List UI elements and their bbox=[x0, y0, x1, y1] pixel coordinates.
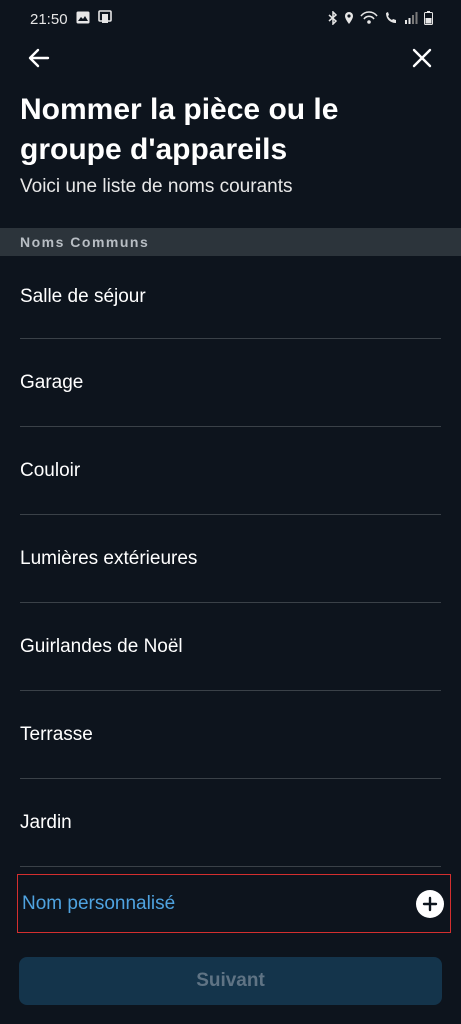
list-item-label: Garage bbox=[20, 371, 84, 393]
close-button[interactable] bbox=[407, 46, 437, 74]
bluetooth-icon bbox=[328, 9, 338, 28]
section-header: Noms Communs bbox=[0, 228, 461, 256]
location-icon bbox=[344, 11, 354, 28]
list-item-label: Lumières extérieures bbox=[20, 547, 198, 569]
list-item-lumieres-exterieures[interactable]: Lumières extérieures bbox=[20, 515, 441, 603]
volte-icon bbox=[384, 11, 398, 28]
image-icon bbox=[76, 11, 90, 28]
signal-icon bbox=[404, 11, 418, 27]
plus-circle-icon[interactable] bbox=[416, 889, 444, 918]
list-item-terrasse[interactable]: Terrasse bbox=[20, 691, 441, 779]
list-item-garage[interactable]: Garage bbox=[20, 339, 441, 427]
wifi-calling-icon bbox=[360, 10, 378, 28]
battery-icon bbox=[424, 10, 433, 28]
back-button[interactable] bbox=[24, 46, 54, 74]
list-item-couloir[interactable]: Couloir bbox=[20, 427, 441, 515]
list-item-label: Guirlandes de Noël bbox=[20, 635, 183, 657]
close-icon bbox=[412, 48, 432, 73]
list-item-label: Terrasse bbox=[20, 723, 93, 745]
page-title: Nommer la pièce ou le groupe d'appareils bbox=[20, 93, 339, 166]
nav-row bbox=[0, 40, 461, 80]
status-right bbox=[328, 9, 433, 28]
arrow-left-icon bbox=[28, 48, 50, 73]
list-item-label: Salle de séjour bbox=[20, 286, 146, 307]
list-item-jardin[interactable]: Jardin bbox=[20, 779, 441, 867]
common-names-list: Salle de séjour Garage Couloir Lumières … bbox=[0, 256, 461, 867]
status-bar: 21:50 bbox=[0, 0, 461, 38]
list-item-label: Couloir bbox=[20, 459, 81, 481]
page-subtitle: Voici une liste de noms courants bbox=[20, 176, 293, 197]
next-button[interactable]: Suivant bbox=[19, 957, 442, 1005]
list-item-label: Jardin bbox=[20, 811, 72, 833]
cast-icon bbox=[97, 10, 112, 28]
status-left: 21:50 bbox=[30, 10, 112, 28]
list-item-salle-de-sejour[interactable]: Salle de séjour bbox=[20, 256, 441, 339]
custom-name-row[interactable]: Nom personnalisé bbox=[17, 874, 451, 933]
status-time: 21:50 bbox=[30, 10, 68, 28]
list-item-guirlandes-de-noel[interactable]: Guirlandes de Noël bbox=[20, 603, 441, 691]
custom-name-label: Nom personnalisé bbox=[22, 892, 176, 914]
